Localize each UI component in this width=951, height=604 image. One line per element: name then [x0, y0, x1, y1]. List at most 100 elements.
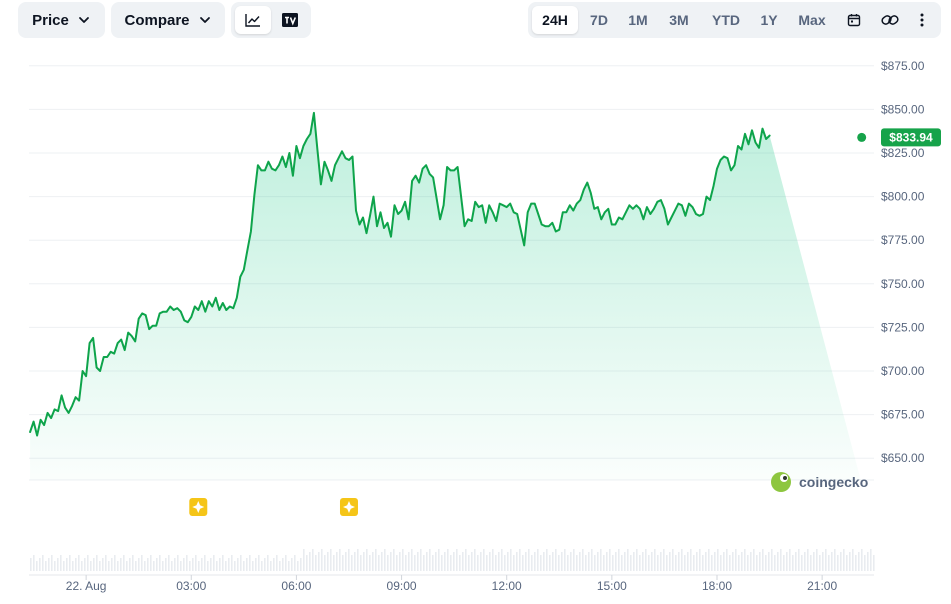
volume-bar — [162, 561, 164, 571]
volume-bar — [528, 549, 530, 571]
range-ytd[interactable]: YTD — [702, 6, 750, 34]
volume-bar — [102, 558, 104, 571]
volume-bar — [147, 558, 149, 571]
calendar-button[interactable] — [840, 6, 868, 34]
compare-dropdown[interactable]: Compare — [111, 2, 225, 38]
event-marker-icon[interactable] — [339, 498, 358, 516]
volume-bar — [552, 552, 554, 571]
volume-bar — [285, 555, 287, 571]
more-options-button[interactable] — [908, 6, 936, 34]
share-link-button[interactable] — [876, 6, 904, 34]
current-price-dot — [857, 132, 867, 142]
volume-bar — [399, 552, 401, 571]
volume-bar — [45, 561, 47, 571]
volume-bar — [486, 555, 488, 571]
volume-bar — [663, 549, 665, 571]
y-tick-label: $825.00 — [881, 146, 925, 160]
volume-bar — [63, 561, 65, 571]
volume-bar — [207, 561, 209, 571]
volume-bar — [195, 555, 197, 571]
volume-bar — [48, 558, 50, 571]
volume-bar — [582, 549, 584, 571]
volume-bar — [375, 549, 377, 571]
volume-bar — [456, 549, 458, 571]
volume-bar — [657, 555, 659, 571]
volume-bar — [867, 552, 869, 571]
volume-bar — [123, 555, 125, 571]
volume-bar — [747, 555, 749, 571]
volume-bar — [681, 549, 683, 571]
volume-bar — [804, 552, 806, 571]
volume-bar — [432, 555, 434, 571]
volume-bar — [555, 549, 557, 571]
volume-bar — [243, 561, 245, 571]
volume-bar — [669, 552, 671, 571]
volume-bar — [615, 552, 617, 571]
volume-bar — [336, 552, 338, 571]
volume-bar — [171, 561, 173, 571]
volume-bar — [579, 552, 581, 571]
range-3m[interactable]: 3M — [660, 6, 698, 34]
volume-bar — [228, 558, 230, 571]
volume-bar — [693, 555, 695, 571]
volume-bar — [447, 549, 449, 571]
volume-bar — [351, 555, 353, 571]
volume-bar — [717, 549, 719, 571]
volume-bar — [240, 555, 242, 571]
range-1y[interactable]: 1Y — [754, 6, 784, 34]
volume-bar — [189, 561, 191, 571]
volume-bar — [495, 555, 497, 571]
volume-bar — [801, 555, 803, 571]
chart-type-toggle — [231, 2, 311, 38]
volume-bar — [366, 549, 368, 571]
volume-bar — [795, 552, 797, 571]
volume-bar — [465, 549, 467, 571]
tradingview-button[interactable] — [273, 6, 307, 34]
volume-bar — [393, 549, 395, 571]
volume-bar — [744, 549, 746, 571]
range-24h[interactable]: 24H — [532, 6, 578, 34]
volume-bar — [141, 555, 143, 571]
volume-bar — [633, 552, 635, 571]
volume-bar — [837, 555, 839, 571]
volume-bar — [276, 555, 278, 571]
volume-bar — [165, 558, 167, 571]
volume-bar — [192, 558, 194, 571]
range-7d[interactable]: 7D — [582, 6, 616, 34]
volume-bar — [861, 549, 863, 571]
volume-bar — [591, 549, 593, 571]
volume-bar — [93, 558, 95, 571]
volume-bar — [780, 549, 782, 571]
volume-bar — [864, 555, 866, 571]
volume-bar — [561, 552, 563, 571]
volume-bar — [810, 555, 812, 571]
volume-bar — [390, 552, 392, 571]
volume-bar — [429, 549, 431, 571]
volume-bar — [606, 552, 608, 571]
volume-bar — [840, 552, 842, 571]
y-axis: $875.00 $850.00 $825.00 $800.00 $775.00 $750.… — [881, 59, 925, 465]
price-chart[interactable]: $875.00 $850.00 $825.00 $800.00 $775.00 $750.… — [0, 44, 951, 604]
volume-bar — [741, 552, 743, 571]
event-marker-icon[interactable] — [189, 498, 208, 516]
line-chart-button[interactable] — [235, 6, 271, 34]
volume-bar — [99, 561, 101, 571]
volume-bar — [459, 555, 461, 571]
volume-bar — [69, 555, 71, 571]
range-max[interactable]: Max — [790, 6, 834, 34]
x-tick-label: 12:00 — [492, 579, 522, 593]
volume-bar — [498, 552, 500, 571]
x-tick-label: 22. Aug — [66, 579, 107, 593]
range-1m[interactable]: 1M — [620, 6, 656, 34]
volume-bar — [687, 552, 689, 571]
volume-bar — [444, 552, 446, 571]
volume-bar — [759, 552, 761, 571]
range-label: 7D — [590, 12, 608, 28]
volume-bar — [156, 558, 158, 571]
volume-bar — [414, 555, 416, 571]
volume-bar — [546, 549, 548, 571]
price-dropdown[interactable]: Price — [18, 2, 105, 38]
coingecko-logo-icon — [771, 472, 791, 492]
price-dropdown-label: Price — [32, 11, 69, 29]
volume-bar — [357, 549, 359, 571]
